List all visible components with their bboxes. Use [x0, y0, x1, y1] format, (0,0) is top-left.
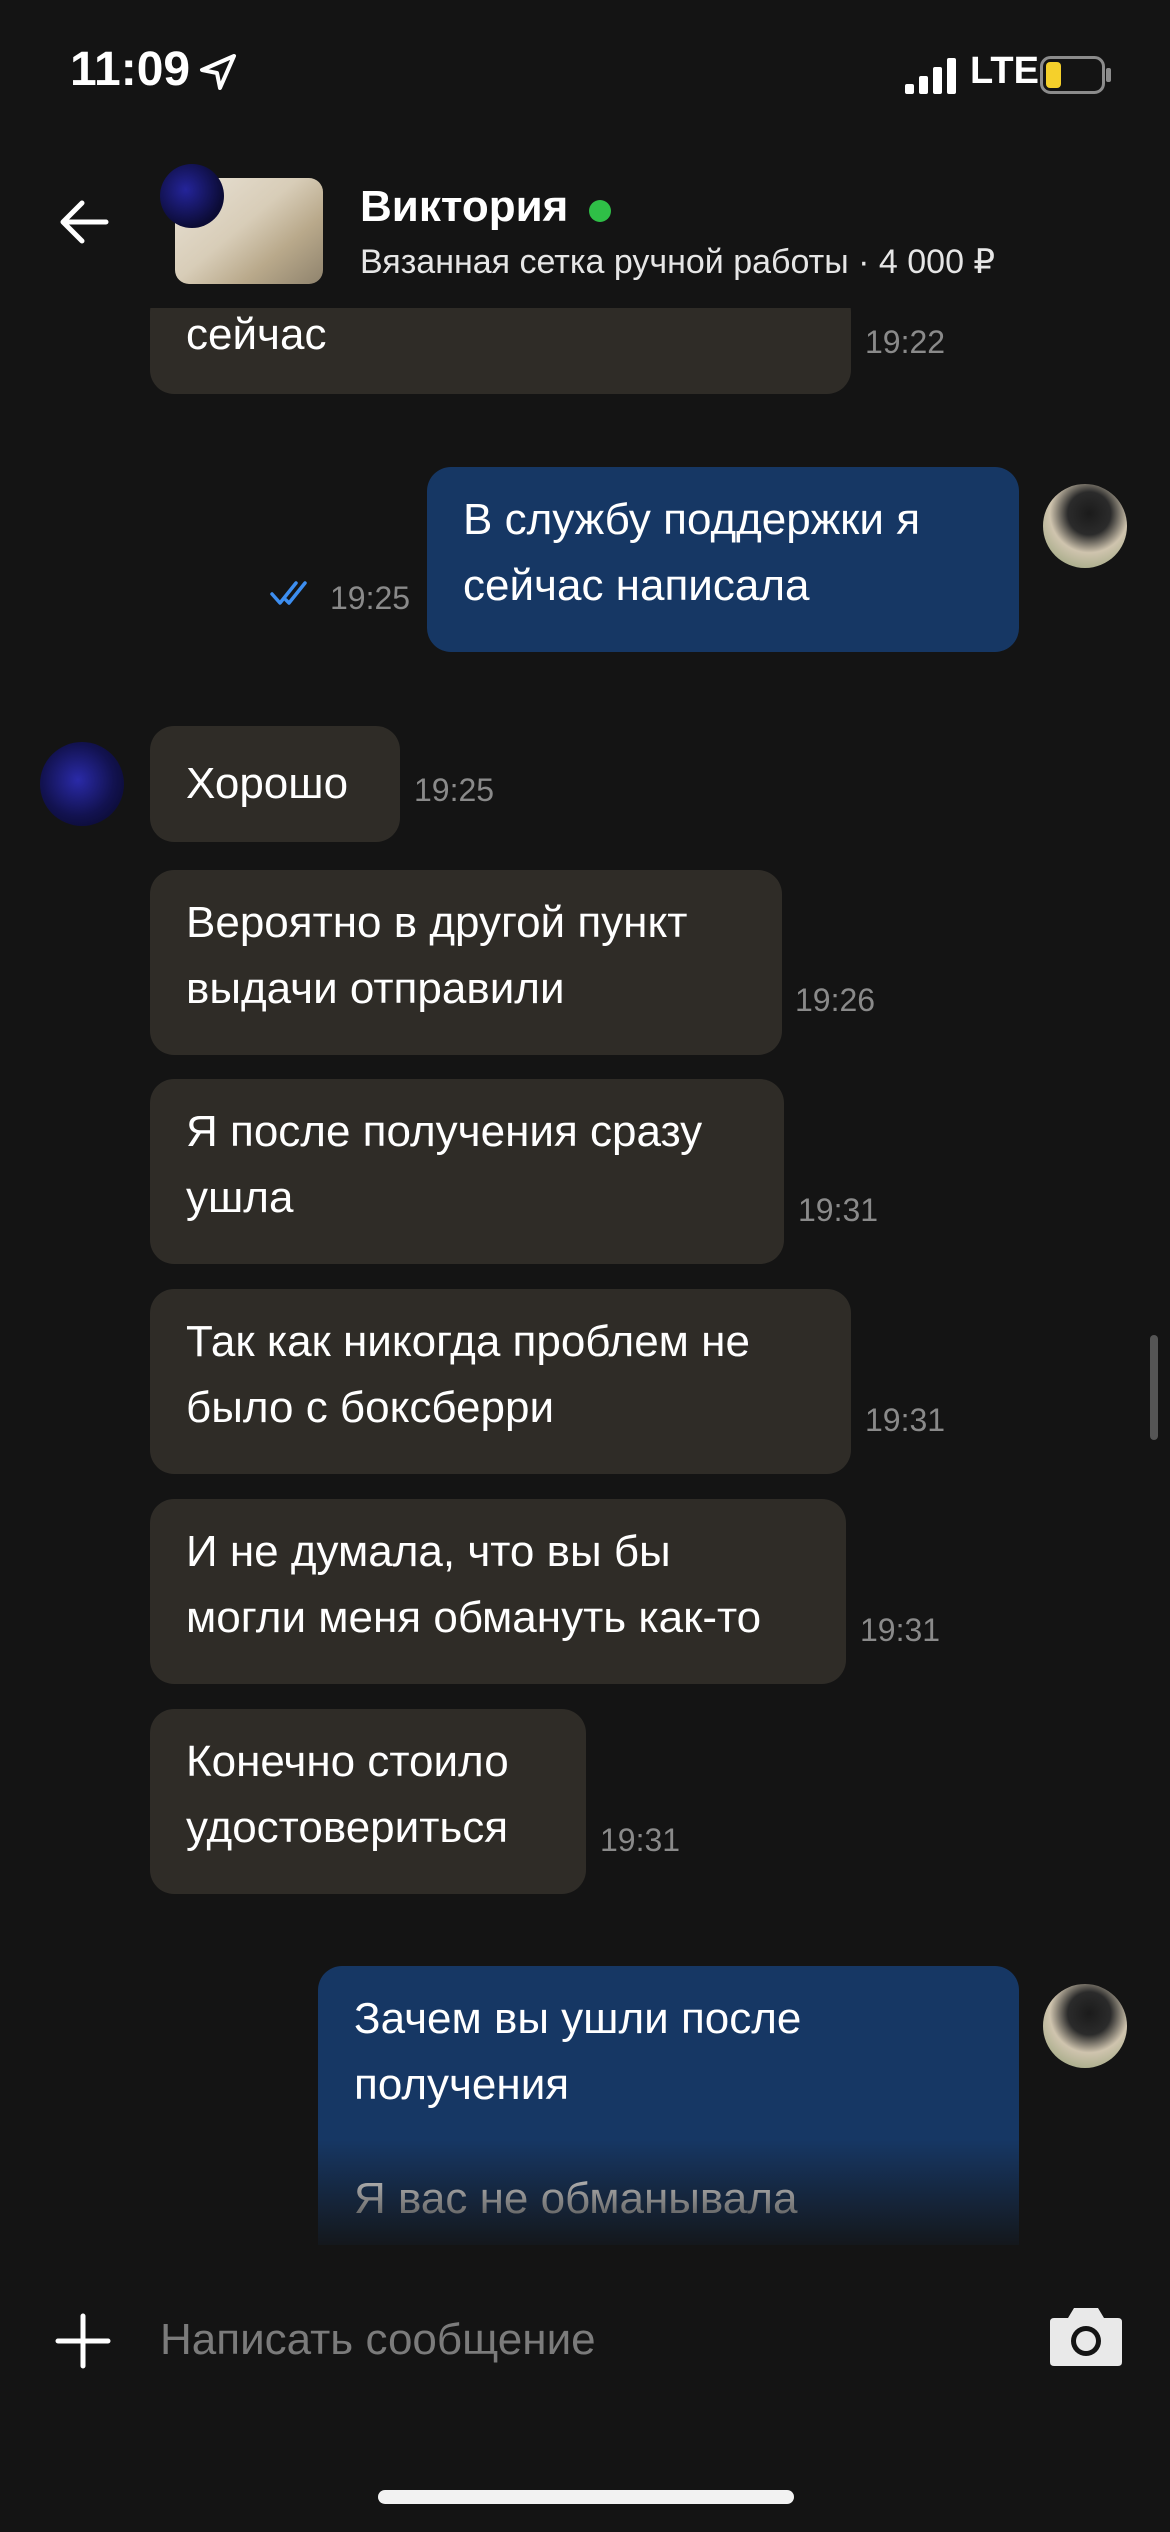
message-text: Так как никогда проблем не: [186, 1317, 750, 1366]
message-text: ушла: [186, 1173, 294, 1222]
message-time: 19:26: [795, 982, 876, 1018]
online-indicator: [589, 200, 611, 222]
message-text: получения: [354, 2060, 570, 2109]
message-bubble-incoming[interactable]: сейчас: [150, 308, 851, 394]
message-text: могли меня обмануть как-то: [186, 1593, 762, 1642]
contact-avatar: [160, 164, 224, 228]
network-type: LTE: [970, 50, 1039, 92]
status-time: 11:09: [70, 43, 191, 96]
product-info[interactable]: Вязанная сетка ручной работы · 4 000 ₽: [360, 242, 995, 282]
plus-icon[interactable]: [52, 2310, 114, 2372]
camera-icon[interactable]: [1046, 2302, 1126, 2370]
message-time: 19:31: [798, 1192, 879, 1228]
message-text: Я вас не обманывала: [354, 2174, 798, 2223]
message-time: 19:31: [865, 1402, 946, 1438]
message-text: И не думала, что вы бы: [186, 1527, 671, 1576]
message-bubble-incoming[interactable]: Так как никогда проблем не было с боксбе…: [150, 1289, 851, 1474]
message-text: Зачем вы ушли после: [354, 1994, 802, 2043]
message-text: сейчас: [186, 310, 327, 359]
message-text: удостовериться: [186, 1803, 509, 1852]
message-time: 19:31: [600, 1822, 681, 1858]
message-text: сейчас написала: [463, 561, 810, 610]
message-text: было с боксберри: [186, 1383, 555, 1432]
message-input[interactable]: [160, 2305, 1000, 2375]
my-avatar: [1043, 484, 1127, 568]
message-text: В службу поддержки я: [463, 495, 921, 544]
message-text: Хорошо: [186, 759, 349, 808]
contact-avatar: [40, 742, 124, 826]
message-bubble-outgoing[interactable]: В службу поддержки я сейчас написала: [427, 467, 1019, 652]
message-time: 19:25: [414, 772, 495, 808]
message-bubble-incoming[interactable]: Конечно стоило удостовериться: [150, 1709, 586, 1894]
message-text: Вероятно в другой пункт: [186, 898, 688, 947]
signal-icon: [905, 58, 956, 94]
contact-name[interactable]: Виктория: [360, 182, 568, 232]
message-time: 19:31: [860, 1612, 941, 1648]
message-bubble-outgoing[interactable]: Зачем вы ушли после получения Я вас не о…: [318, 1966, 1019, 2245]
message-time: 19:25: [330, 580, 411, 616]
message-text: выдачи отправили: [186, 964, 565, 1013]
composer-bar: [0, 2245, 1170, 2532]
battery-icon: [1040, 56, 1111, 94]
double-check-icon: [270, 581, 307, 605]
back-arrow-icon[interactable]: [52, 190, 116, 254]
location-arrow-icon: [200, 54, 236, 90]
message-text: [354, 2118, 983, 2166]
message-list[interactable]: сейчас 19:22 В службу поддержки я сейчас…: [0, 308, 1170, 2245]
home-indicator: [378, 2490, 794, 2504]
message-bubble-incoming[interactable]: Я после получения сразу ушла: [150, 1079, 784, 1264]
message-text: Я после получения сразу: [186, 1107, 703, 1156]
message-text: Конечно стоило: [186, 1737, 509, 1786]
scrollbar[interactable]: [1150, 1335, 1158, 1440]
message-bubble-incoming[interactable]: Вероятно в другой пункт выдачи отправили: [150, 870, 782, 1055]
message-time: 19:22: [865, 324, 946, 360]
message-bubble-incoming[interactable]: Хорошо: [150, 726, 400, 842]
message-bubble-incoming[interactable]: И не думала, что вы бы могли меня обману…: [150, 1499, 846, 1684]
my-avatar: [1043, 1984, 1127, 2068]
